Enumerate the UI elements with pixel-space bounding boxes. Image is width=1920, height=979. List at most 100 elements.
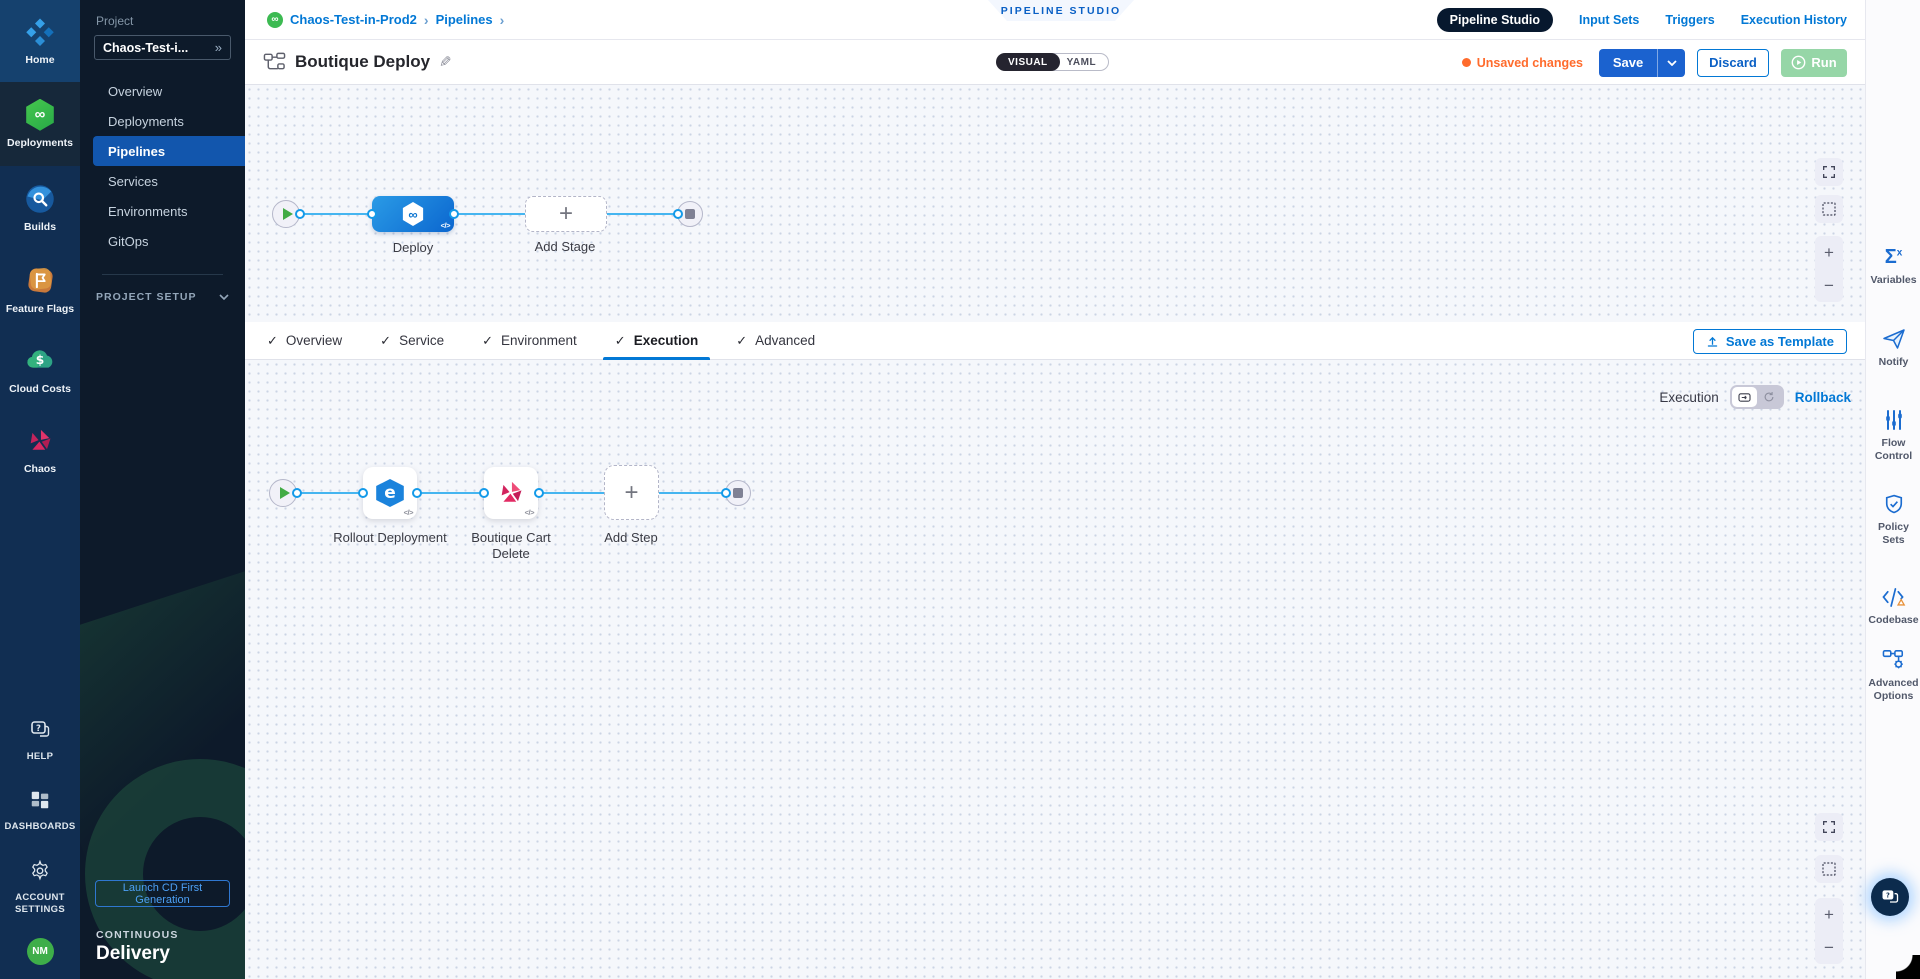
chat-question-icon: ? xyxy=(1880,887,1900,907)
pipeline-title: Boutique Deploy xyxy=(295,52,430,72)
zoom-in-button[interactable]: + xyxy=(1815,898,1843,931)
connector-port[interactable] xyxy=(534,488,544,498)
rail-item-advanced-options[interactable]: Advanced Options xyxy=(1866,648,1920,702)
menu-item-gitops[interactable]: GitOps xyxy=(80,226,245,256)
tab-execution-history[interactable]: Execution History xyxy=(1741,13,1847,27)
chevron-down-icon xyxy=(1667,60,1677,66)
plus-icon: + xyxy=(559,200,573,228)
discard-button[interactable]: Discard xyxy=(1697,49,1769,77)
add-step-node[interactable]: + xyxy=(604,465,659,520)
fullscreen-button[interactable] xyxy=(1815,813,1843,841)
execution-rollback-toggle[interactable] xyxy=(1730,385,1784,409)
help-chat-fab[interactable]: ? xyxy=(1871,878,1909,916)
project-avatar-icon: ∞ xyxy=(267,12,283,28)
tab-pipeline-studio[interactable]: Pipeline Studio xyxy=(1437,8,1553,32)
visual-toggle-option[interactable]: VISUAL xyxy=(996,53,1060,71)
sidebar-item-cloud-costs[interactable]: $ Cloud Costs xyxy=(0,330,80,410)
stage-node-deploy[interactable]: ∞ </> xyxy=(372,196,454,232)
pipeline-actions: Unsaved changes Save Discard Run xyxy=(1462,40,1847,85)
connector-port[interactable] xyxy=(479,488,489,498)
code-tag-icon: </> xyxy=(404,508,413,517)
menu-item-environments[interactable]: Environments xyxy=(80,196,245,226)
execution-mode-option[interactable] xyxy=(1732,387,1757,407)
add-stage-node[interactable]: + xyxy=(525,196,607,232)
execution-canvas[interactable]: Execution Rollback e xyxy=(245,360,1865,979)
step-label: Boutique Cart Delete xyxy=(451,530,571,561)
step-node-rollout-deployment[interactable]: e </> xyxy=(363,467,417,519)
rail-item-codebase[interactable]: Codebase xyxy=(1866,585,1920,627)
project-menu: Overview Deployments Pipelines Services … xyxy=(80,76,245,256)
project-setup-toggle[interactable]: PROJECT SETUP xyxy=(96,291,229,303)
connector-port[interactable] xyxy=(367,209,377,219)
sidebar-item-help[interactable]: ? HELP xyxy=(0,714,80,763)
connector-port[interactable] xyxy=(358,488,368,498)
check-icon: ✓ xyxy=(267,333,278,349)
help-icon: ? xyxy=(24,714,56,746)
launch-cd-first-gen-button[interactable]: Launch CD First Generation xyxy=(95,880,230,907)
module-kicker: CONTINUOUS xyxy=(96,929,245,941)
tab-execution[interactable]: ✓Execution xyxy=(615,322,698,360)
rail-item-flow-control[interactable]: Flow Control xyxy=(1866,408,1920,462)
sidebar-item-feature-flags[interactable]: Feature Flags xyxy=(0,250,80,330)
visual-yaml-toggle[interactable]: VISUAL YAML xyxy=(996,53,1109,71)
sidebar-item-deployments[interactable]: ∞ Deployments xyxy=(0,82,80,166)
tab-service[interactable]: ✓Service xyxy=(380,322,444,360)
marquee-select-button[interactable] xyxy=(1815,195,1843,223)
menu-item-services[interactable]: Services xyxy=(80,166,245,196)
sidebar-item-chaos[interactable]: Chaos xyxy=(0,410,80,490)
step-node-boutique-cart-delete[interactable]: </> xyxy=(484,467,538,519)
tab-triggers[interactable]: Triggers xyxy=(1665,13,1714,27)
fullscreen-button[interactable] xyxy=(1815,158,1843,186)
zoom-controls: + − xyxy=(1815,898,1843,964)
sidebar-item-home[interactable]: Home xyxy=(0,0,80,82)
cloud-costs-icon: $ xyxy=(24,345,56,377)
sidebar-item-label: Builds xyxy=(24,221,56,234)
edit-pencil-icon[interactable]: ✎ xyxy=(439,53,452,71)
zoom-out-button[interactable]: − xyxy=(1815,269,1843,302)
run-button[interactable]: Run xyxy=(1781,49,1847,77)
save-as-template-button[interactable]: Save as Template xyxy=(1693,329,1847,354)
plus-icon: + xyxy=(624,479,638,507)
execution-mode-label: Execution xyxy=(1659,390,1718,405)
tab-overview[interactable]: ✓Overview xyxy=(267,322,342,360)
marquee-select-button[interactable] xyxy=(1815,855,1843,883)
sidebar-item-account-settings[interactable]: ACCOUNT SETTINGS xyxy=(0,855,80,916)
menu-item-pipelines[interactable]: Pipelines xyxy=(93,136,245,166)
rail-item-notify[interactable]: Notify xyxy=(1866,327,1920,369)
tab-advanced[interactable]: ✓Advanced xyxy=(736,322,815,360)
save-options-caret[interactable] xyxy=(1657,49,1685,77)
pipeline-title-bar: Boutique Deploy ✎ VISUAL YAML Unsaved ch… xyxy=(245,40,1865,85)
connector-port[interactable] xyxy=(292,488,302,498)
marquee-selection-icon xyxy=(1821,861,1837,877)
breadcrumb-pipelines-link[interactable]: Pipelines xyxy=(436,12,493,27)
rollback-mode-option[interactable] xyxy=(1757,387,1782,407)
dashboards-icon xyxy=(24,784,56,816)
execution-mode-row: Execution Rollback xyxy=(1659,385,1851,409)
connector-port[interactable] xyxy=(412,488,422,498)
sidebar-item-builds[interactable]: Builds xyxy=(0,166,80,250)
rail-item-policy-sets[interactable]: Policy Sets xyxy=(1866,492,1920,546)
zoom-out-button[interactable]: − xyxy=(1815,931,1843,964)
connector-port[interactable] xyxy=(449,209,459,219)
connector-port[interactable] xyxy=(721,488,731,498)
connector-port[interactable] xyxy=(295,209,305,219)
rollback-link[interactable]: Rollback xyxy=(1795,390,1851,405)
stage-canvas[interactable]: ∞ </> Deploy + Add Stage + − xyxy=(245,85,1865,322)
rail-item-variables[interactable]: Σx Variables xyxy=(1866,245,1920,287)
tab-input-sets[interactable]: Input Sets xyxy=(1579,13,1639,27)
sidebar-item-label: Chaos xyxy=(24,463,56,476)
breadcrumb-project-link[interactable]: Chaos-Test-in-Prod2 xyxy=(290,12,417,27)
menu-item-deployments[interactable]: Deployments xyxy=(80,106,245,136)
project-sidebar: Project Chaos-Test-i... » Overview Deplo… xyxy=(80,0,245,979)
menu-item-overview[interactable]: Overview xyxy=(80,76,245,106)
breadcrumb-separator: › xyxy=(500,12,505,28)
project-selector[interactable]: Chaos-Test-i... » xyxy=(94,35,231,60)
menu-divider xyxy=(102,274,223,275)
module-name: Delivery xyxy=(96,943,245,965)
sidebar-item-dashboards[interactable]: DASHBOARDS xyxy=(0,784,80,833)
zoom-in-button[interactable]: + xyxy=(1815,236,1843,269)
save-button[interactable]: Save xyxy=(1599,49,1657,77)
user-avatar[interactable]: NM xyxy=(27,938,54,965)
tab-environment[interactable]: ✓Environment xyxy=(482,322,577,360)
connector-port[interactable] xyxy=(673,209,683,219)
